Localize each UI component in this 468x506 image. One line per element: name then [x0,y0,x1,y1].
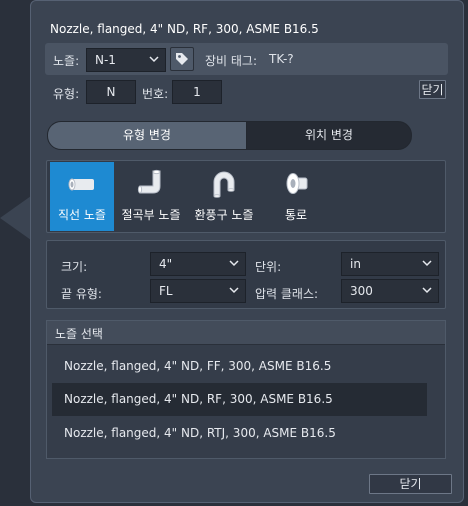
end-type-dropdown-value: FL [159,284,173,298]
equipment-tag-value: TK-? [269,52,294,66]
end-type-label: 끝 유형: [61,287,102,301]
popover-arrow [0,196,31,240]
size-dropdown-value: 4" [159,257,173,271]
popover-title: Nozzle, flanged, 4" ND, RF, 300, ASME B1… [50,22,319,36]
vent-nozzle-icon [208,168,240,200]
footer-close-button[interactable]: 닫기 [369,474,452,494]
type-label: 유형: [53,87,80,101]
type-elbow-nozzle[interactable]: 절곡부 노즐 [119,162,183,231]
number-field[interactable]: 1 [172,80,222,104]
nozzle-list-item[interactable]: Nozzle, flanged, 4" ND, RTJ, 300, ASME B… [52,417,427,450]
nozzle-list-item[interactable]: Nozzle, flanged, 4" ND, FF, 300, ASME B1… [52,350,427,383]
unit-label: 단위: [255,260,282,274]
chevron-down-icon [422,285,432,295]
type-elbow-label: 절곡부 노즐 [121,208,181,222]
chevron-down-icon [229,285,239,295]
mode-segmented-control: 유형 변경 위치 변경 [47,121,412,150]
tag-button[interactable] [170,47,194,71]
size-label: 크기: [61,260,88,274]
end-type-dropdown[interactable]: FL [150,279,246,303]
nozzle-select-title: 노즐 선택 [55,327,103,341]
nozzle-dropdown-value: N-1 [95,53,116,67]
pressure-class-dropdown[interactable]: 300 [341,279,439,303]
unit-dropdown-value: in [350,257,361,271]
header-close-button[interactable]: 닫기 [419,80,446,99]
chevron-down-icon [229,258,239,268]
chevron-down-icon [149,54,159,64]
manway-icon [280,168,312,200]
unit-dropdown[interactable]: in [341,252,439,276]
elbow-nozzle-icon [135,168,167,200]
type-field[interactable]: N [86,80,136,104]
pressure-class-dropdown-value: 300 [350,284,373,298]
type-manway-label: 통로 [284,208,308,222]
nozzle-list-item-selected[interactable]: Nozzle, flanged, 4" ND, RF, 300, ASME B1… [52,383,427,416]
number-label: 번호: [142,87,169,101]
equipment-tag-label: 장비 태그: [205,54,258,68]
nozzle-select-header: 노즐 선택 [47,321,445,345]
tab-change-type[interactable]: 유형 변경 [48,122,246,149]
type-straight-nozzle[interactable]: 직선 노즐 [50,162,114,231]
tag-icon [174,51,190,70]
size-dropdown[interactable]: 4" [150,252,246,276]
type-manway[interactable]: 통로 [264,162,328,231]
nozzle-dropdown[interactable]: N-1 [86,48,166,72]
chevron-down-icon [422,258,432,268]
type-vent-nozzle[interactable]: 환풍구 노즐 [192,162,256,231]
tab-change-position[interactable]: 위치 변경 [247,122,411,149]
nozzle-label: 노즐: [53,54,80,68]
straight-nozzle-icon [66,168,98,200]
pressure-class-label: 압력 클래스: [255,287,319,301]
